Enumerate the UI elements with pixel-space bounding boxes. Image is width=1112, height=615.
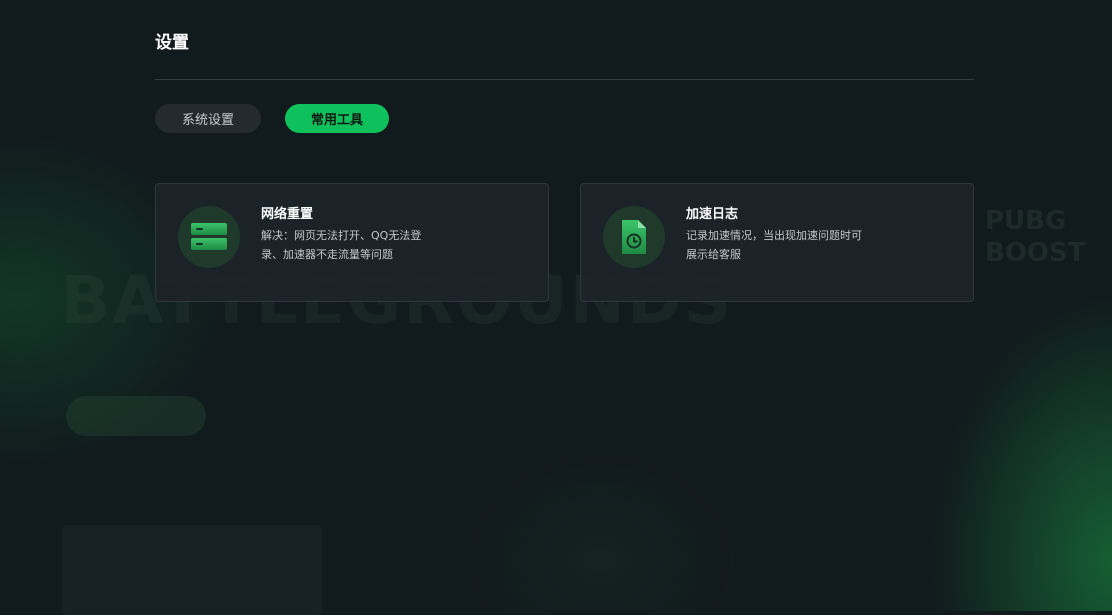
page-title: 设置 xyxy=(155,33,189,53)
title-divider xyxy=(155,79,974,80)
settings-tabs: 系统设置 常用工具 xyxy=(155,104,389,133)
background-artwork: BATTLEGROUNDS PUBGBOOST xyxy=(0,0,1112,615)
tab-common-tools[interactable]: 常用工具 xyxy=(285,104,389,133)
acceleration-log-description: 记录加速情况，当出现加速问题时可展示给客服 xyxy=(686,229,862,261)
background-button xyxy=(66,396,206,436)
network-reset-card[interactable]: 网络重置 解决：网页无法打开、QQ无法登录、加速器不走流量等问题 xyxy=(155,183,549,302)
log-file-icon xyxy=(603,206,665,268)
server-icon xyxy=(178,206,240,268)
background-card xyxy=(62,525,322,615)
acceleration-log-title: 加速日志 xyxy=(686,207,739,222)
background-side-banner: PUBG BOOST xyxy=(985,206,1086,268)
tab-system-settings[interactable]: 系统设置 xyxy=(155,104,261,133)
acceleration-log-card[interactable]: 加速日志 记录加速情况，当出现加速问题时可展示给客服 xyxy=(580,183,974,302)
network-reset-title: 网络重置 xyxy=(261,207,314,222)
network-reset-description: 解决：网页无法打开、QQ无法登录、加速器不走流量等问题 xyxy=(261,229,422,261)
